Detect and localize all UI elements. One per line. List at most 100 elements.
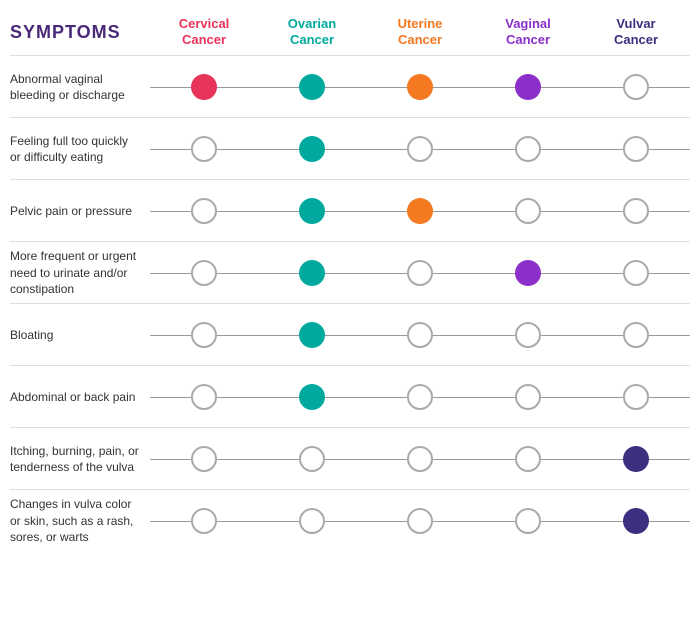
table-row: Pelvic pain or pressure [10,179,690,241]
symptom-label: More frequent or urgent need to urinate … [10,248,150,297]
table-row: Itching, burning, pain, or tenderness of… [10,427,690,489]
table-row: Abnormal vaginal bleeding or discharge [10,55,690,117]
empty-dot [515,446,541,472]
empty-dot [191,322,217,348]
dot-cell-2-0 [150,198,258,224]
dot-cell-1-4 [582,136,690,162]
empty-dot [191,446,217,472]
filled-dot [407,198,433,224]
dot-cell-7-2 [366,508,474,534]
empty-dot [299,508,325,534]
filled-dot [299,260,325,286]
cancer-header-4: VulvarCancer [582,16,690,47]
filled-dot [299,74,325,100]
dot-cell-7-0 [150,508,258,534]
dot-cell-6-3 [474,446,582,472]
cancer-header-0: CervicalCancer [150,16,258,47]
filled-dot [515,74,541,100]
dot-cell-5-1 [258,384,366,410]
dots-row [150,136,690,162]
dot-cell-1-1 [258,136,366,162]
table-row: Changes in vulva color or skin, such as … [10,489,690,551]
filled-dot [191,74,217,100]
cancer-header-3: VaginalCancer [474,16,582,47]
dot-cell-6-1 [258,446,366,472]
symptom-label: Itching, burning, pain, or tenderness of… [10,443,150,475]
dot-cell-2-2 [366,198,474,224]
dot-cell-6-4 [582,446,690,472]
dot-cell-3-0 [150,260,258,286]
dots-row [150,260,690,286]
dot-cell-7-1 [258,508,366,534]
empty-dot [515,136,541,162]
dots-row [150,198,690,224]
table-row: Abdominal or back pain [10,365,690,427]
dot-cell-0-4 [582,74,690,100]
filled-dot [299,322,325,348]
empty-dot [623,384,649,410]
symptom-label: Abdominal or back pain [10,389,150,405]
dot-cell-6-0 [150,446,258,472]
filled-dot [623,446,649,472]
dots-row [150,322,690,348]
empty-dot [623,260,649,286]
dot-cell-2-4 [582,198,690,224]
cancer-headers: CervicalCancerOvarianCancerUterineCancer… [150,16,690,47]
empty-dot [623,198,649,224]
dot-cell-4-3 [474,322,582,348]
empty-dot [623,322,649,348]
empty-dot [407,446,433,472]
dot-cell-4-2 [366,322,474,348]
empty-dot [191,508,217,534]
dot-cell-5-2 [366,384,474,410]
filled-dot [623,508,649,534]
empty-dot [299,446,325,472]
empty-dot [191,198,217,224]
filled-dot [407,74,433,100]
empty-dot [515,508,541,534]
empty-dot [407,260,433,286]
dot-cell-6-2 [366,446,474,472]
dot-cell-2-3 [474,198,582,224]
empty-dot [515,322,541,348]
dot-cell-5-3 [474,384,582,410]
table-row: Feeling full too quickly or difficulty e… [10,117,690,179]
dot-cell-3-4 [582,260,690,286]
empty-dot [623,74,649,100]
empty-dot [407,136,433,162]
dot-cell-1-2 [366,136,474,162]
table-row: More frequent or urgent need to urinate … [10,241,690,303]
dots-row [150,508,690,534]
symptom-label: Bloating [10,327,150,343]
dot-cell-4-0 [150,322,258,348]
symptoms-label: SYMPTOMS [10,16,150,43]
dot-cell-3-1 [258,260,366,286]
cancer-header-1: OvarianCancer [258,16,366,47]
empty-dot [191,136,217,162]
empty-dot [191,384,217,410]
table-row: Bloating [10,303,690,365]
dot-cell-7-3 [474,508,582,534]
symptom-label: Changes in vulva color or skin, such as … [10,496,150,545]
dot-cell-0-2 [366,74,474,100]
filled-dot [299,136,325,162]
dots-row [150,74,690,100]
dot-cell-0-3 [474,74,582,100]
dots-row [150,446,690,472]
empty-dot [407,508,433,534]
empty-dot [191,260,217,286]
empty-dot [407,384,433,410]
filled-dot [515,260,541,286]
dot-cell-3-3 [474,260,582,286]
header-row: SYMPTOMS CervicalCancerOvarianCancerUter… [10,16,690,47]
dot-cell-1-0 [150,136,258,162]
symptom-label: Pelvic pain or pressure [10,203,150,219]
filled-dot [299,384,325,410]
empty-dot [515,384,541,410]
filled-dot [299,198,325,224]
symptom-label: Abnormal vaginal bleeding or discharge [10,71,150,103]
symptom-label: Feeling full too quickly or difficulty e… [10,133,150,165]
dot-cell-4-1 [258,322,366,348]
dot-cell-5-0 [150,384,258,410]
main-container: SYMPTOMS CervicalCancerOvarianCancerUter… [0,0,700,567]
